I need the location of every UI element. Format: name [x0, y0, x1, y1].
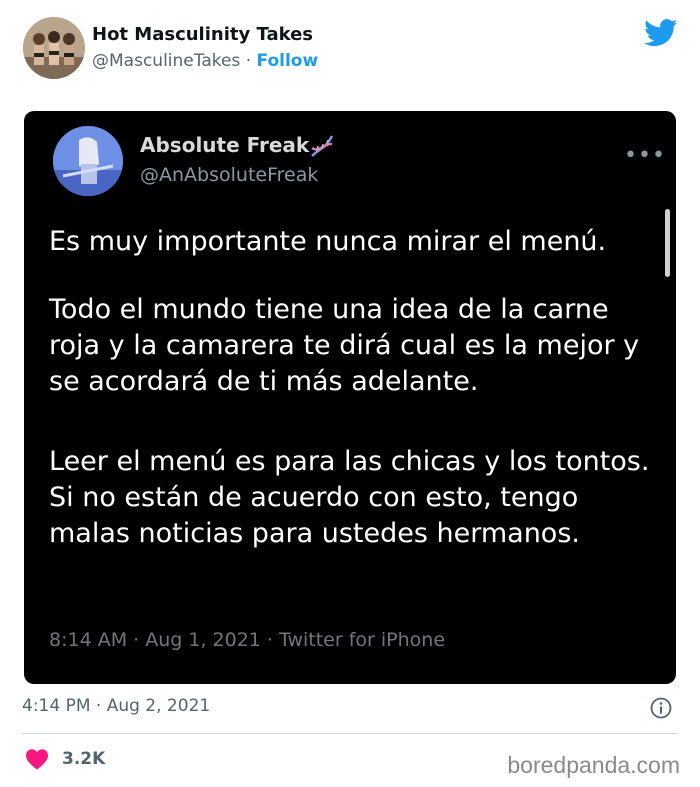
- embedded-handle: @AnAbsoluteFreak: [140, 164, 319, 186]
- embedded-display-name: Absolute Freak: [140, 133, 310, 157]
- tweet-paragraph-1: Es muy importante nunca mirar el menú.: [49, 226, 607, 257]
- embedded-avatar-photo: [53, 126, 123, 196]
- display-name[interactable]: Hot Masculinity Takes: [92, 24, 313, 45]
- like-count[interactable]: 3.2K: [62, 749, 105, 769]
- heart-icon[interactable]: [25, 748, 49, 770]
- embedded-tweet-screenshot: Absolute Freak @AnAbsoluteFreak ••• Es m…: [24, 111, 676, 684]
- watermark: boredpanda.com: [507, 752, 680, 778]
- tweet-paragraph-3: Leer el menú es para las chicas y los to…: [49, 446, 650, 549]
- separator: ·: [240, 51, 257, 71]
- tweet-timestamp[interactable]: 4:14 PM · Aug 2, 2021: [22, 696, 210, 716]
- avatar[interactable]: [23, 17, 85, 79]
- embedded-avatar: [53, 126, 123, 196]
- follow-button[interactable]: Follow: [257, 51, 319, 71]
- tweet-paragraph-2: Todo el mundo tiene una idea de la carne…: [49, 294, 640, 397]
- info-icon[interactable]: [650, 697, 672, 719]
- dna-icon: [311, 135, 334, 157]
- more-icon: •••: [624, 143, 666, 168]
- avatar-photo: [23, 17, 85, 79]
- handle[interactable]: @MasculineTakes: [92, 51, 240, 71]
- embedded-meta: 8:14 AM · Aug 1, 2021 · Twitter for iPho…: [49, 629, 446, 651]
- scrollbar-thumb: [665, 209, 670, 277]
- handle-row: @MasculineTakes · Follow: [92, 51, 318, 71]
- outer-tweet-header: Hot Masculinity Takes @MasculineTakes · …: [0, 0, 700, 96]
- twitter-bird-icon[interactable]: [644, 19, 678, 47]
- divider: [22, 733, 678, 734]
